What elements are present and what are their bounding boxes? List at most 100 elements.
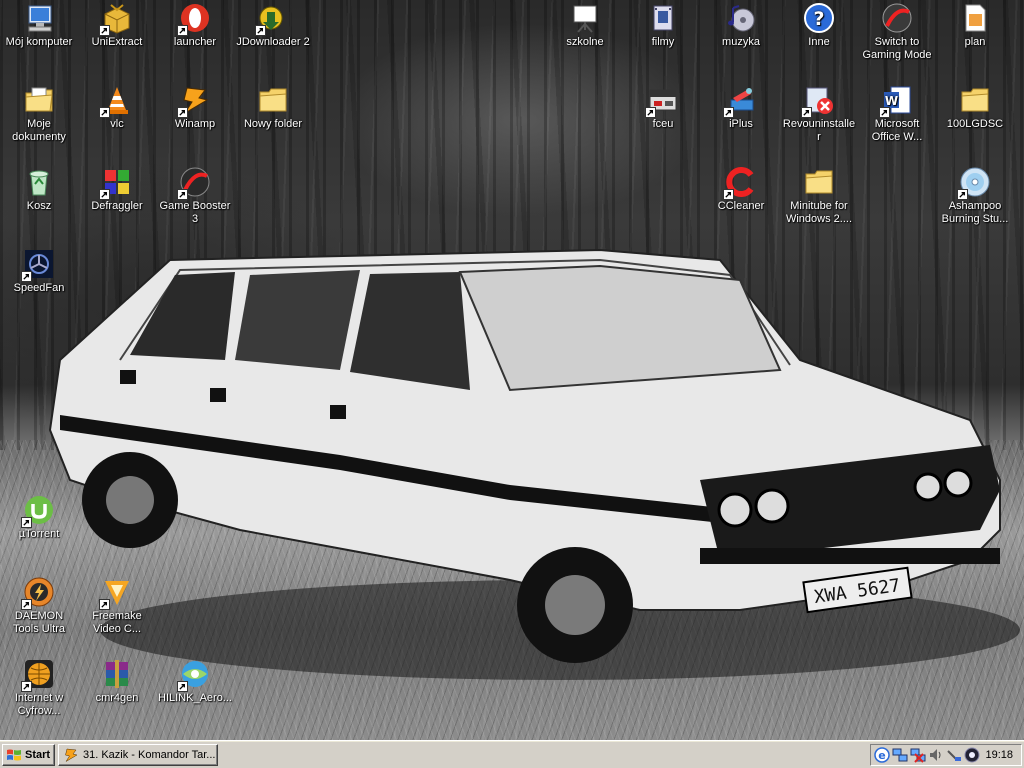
desktop-icon-winamp[interactable]: Winamp [156,84,234,131]
word-icon: W [879,84,913,118]
taskbar-clock[interactable]: 19:18 [985,749,1013,761]
desktop-icon-hilink[interactable]: HILINK_Aero... [156,658,234,705]
desktop-icon-switch-gaming[interactable]: Switch to Gaming Mode [858,2,936,62]
help-icon: ? [803,2,835,34]
utorrent-icon [21,494,55,528]
film-icon [647,2,679,34]
desktop-icon-plan[interactable]: plan [936,2,1014,49]
desktop-icon-label: plan [964,36,986,48]
internet-explorer-icon[interactable]: e [874,747,890,763]
shortcut-arrow-icon [177,107,188,118]
opera-icon [177,2,211,36]
desktop-icon-launcher[interactable]: launcher [156,2,234,49]
box-icon [99,2,133,36]
desktop-icon-label: vlc [110,118,124,130]
jdownloader-icon [255,2,289,36]
desktop-icon-ms-office-word[interactable]: W Microsoft Office W... [858,84,936,144]
desktop-icon-label: iPlus [729,118,753,130]
desktop-icon-minitube[interactable]: Minitube for Windows 2.... [780,166,858,226]
desktop-icon-label: cmr4gen [95,692,139,704]
recycle-bin-icon [23,166,55,198]
speaker-icon[interactable] [928,747,944,763]
desktop-icon-label: Inne [808,36,830,48]
desktop-icon-label: 100LGDSC [946,118,1004,130]
shortcut-arrow-icon [957,189,968,200]
shortcut-arrow-icon [21,681,32,692]
shortcut-arrow-icon [177,681,188,692]
desktop-icon-label: DAEMON Tools Ultra [13,610,65,635]
svg-text:W: W [885,94,898,108]
desktop-icon-nowy-folder[interactable]: Nowy folder [234,84,312,131]
desktop-icon-label: launcher [173,36,217,48]
desktop-icon-szkolne[interactable]: szkolne [546,2,624,49]
desktop-icon-label: Microsoft Office W... [871,118,923,143]
desktop-icon-muzyka[interactable]: muzyka [702,2,780,49]
desktop-icon-inne[interactable]: ? Inne [780,2,858,49]
desktop-icon-ashampoo[interactable]: Ashampoo Burning Stu... [936,166,1014,226]
desktop-icon-vlc[interactable]: vlc [78,84,156,131]
desktop-icon-revouninstaller[interactable]: Revouninstaller [780,84,858,144]
desktop-icon-internet-cyfrowy[interactable]: Internet w Cyfrow... [0,658,78,718]
winamp-icon [177,84,211,118]
vlc-cone-icon [99,84,133,118]
network-disconnected-icon[interactable] [910,747,926,763]
desktop-icon-label: Minitube for Windows 2.... [785,200,853,225]
shortcut-arrow-icon [99,25,110,36]
desktop-icon-speedfan[interactable]: SpeedFan [0,248,78,295]
desktop-icon-label: µTorrent [18,528,60,540]
start-label: Start [25,749,51,761]
desktop-icon-ccleaner[interactable]: CCleaner [702,166,780,213]
shortcut-arrow-icon [21,517,32,528]
desktop-icon-label: fceu [652,118,674,130]
desktop-icon-label: HILINK_Aero... [158,692,232,704]
svg-text:?: ? [813,8,824,30]
desktop-icon-100lgdsc[interactable]: 100LGDSC [936,84,1014,131]
usb-icon[interactable] [946,747,962,763]
desktop-icon-label: Switch to Gaming Mode [862,36,932,61]
shortcut-arrow-icon [21,599,32,610]
desktop-icon-iplus[interactable]: iPlus [702,84,780,131]
gaming-mode-icon [881,2,913,34]
desktop-icon-label: muzyka [722,36,760,48]
shortcut-arrow-icon [801,107,812,118]
desktop-icon-uniextract[interactable]: UniExtract [78,2,156,49]
taskbar-button-label: 31. Kazik - Komandor Tar... [83,749,216,761]
winamp-icon [65,748,78,762]
freemake-icon [99,576,133,610]
iplus-icon [723,84,757,118]
defraggler-icon [99,166,133,200]
desktop-icon-freemake[interactable]: Freemake Video C... [78,576,156,636]
folder-icon [803,166,835,198]
desktop-icon-moje-dokumenty[interactable]: Moje dokumenty [0,84,78,144]
desktop-icon-daemon-tools[interactable]: DAEMON Tools Ultra [0,576,78,636]
desktop-icon-defraggler[interactable]: Defraggler [78,166,156,213]
desktop-icon-label: Kosz [26,200,52,212]
start-button[interactable]: Start [2,744,55,766]
daemon-tools-icon[interactable] [964,747,980,763]
windows-logo-icon [7,749,21,761]
desktop-icon-label: Game Booster 3 [159,200,231,225]
desktop-icon-utorrent[interactable]: µTorrent [0,494,78,541]
shortcut-arrow-icon [723,107,734,118]
desktop-icon-label: JDownloader 2 [236,36,310,48]
network-icon[interactable] [892,747,908,763]
desktop-icon-game-booster[interactable]: Game Booster 3 [156,166,234,226]
ccleaner-icon [723,166,757,200]
desktop-icon-filmy[interactable]: filmy [624,2,702,49]
desktop-icon-label: filmy [651,36,675,48]
shortcut-arrow-icon [99,107,110,118]
desktop-icon-moj-komputer[interactable]: Mój komputer [0,2,78,49]
game-booster-icon [177,166,211,200]
shortcut-arrow-icon [879,107,890,118]
desktop-icon-kosz[interactable]: Kosz [0,166,78,213]
desktop-icon-label: Winamp [174,118,216,130]
desktop[interactable]: XWA 5627 Mój komputer Moje dokumenty Kos… [0,0,1024,740]
daemon-tools-icon [21,576,55,610]
shortcut-arrow-icon [21,271,32,282]
desktop-icon-fceu[interactable]: fceu [624,84,702,131]
desktop-icon-label: Ashampoo Burning Stu... [941,200,1009,225]
taskbar-button-winamp[interactable]: 31. Kazik - Komandor Tar... [58,744,218,766]
desktop-icon-cmr4gen[interactable]: cmr4gen [78,658,156,705]
nes-emulator-icon [645,84,679,118]
desktop-icon-jdownloader[interactable]: JDownloader 2 [234,2,312,49]
